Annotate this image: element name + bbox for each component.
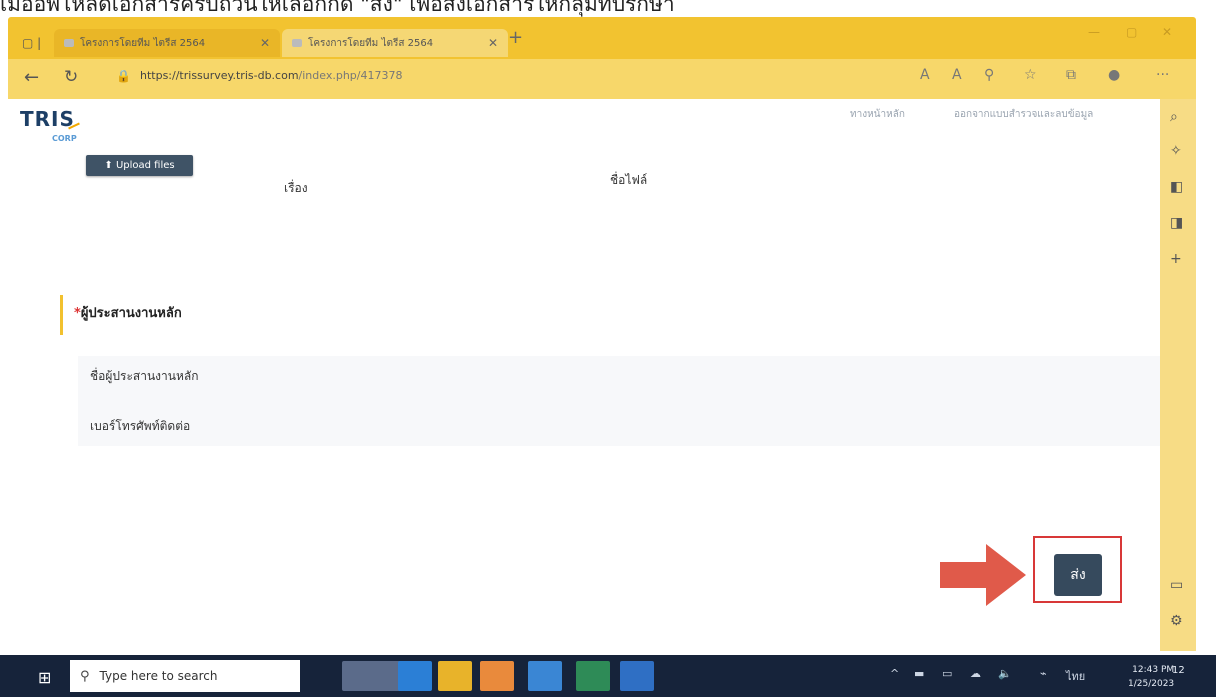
tab-1-title: โครงการโดยทีม ไตรีส 2564: [80, 37, 206, 49]
tab-actions-icon[interactable]: ▢ |: [22, 36, 41, 50]
file-explorer-icon[interactable]: [438, 661, 472, 691]
search-placeholder: Type here to search: [99, 669, 218, 683]
url-field[interactable]: https://trissurvey.tris-db.com/index.php…: [140, 69, 402, 82]
tray-app-icon[interactable]: ▬: [914, 667, 924, 680]
profile-icon[interactable]: ●: [1108, 67, 1120, 83]
column-header-filename: ชื่อไฟล์: [610, 173, 648, 187]
tab-2[interactable]: โครงการโดยทีม ไตรีส 2564 ✕: [282, 29, 508, 57]
onedrive-icon[interactable]: ☁: [970, 667, 981, 680]
immersive-reader-icon[interactable]: A: [952, 67, 962, 83]
word-app-icon[interactable]: [620, 661, 654, 691]
windows-taskbar: ⊞ ⚲ Type here to search ^ ▬ ▭ ☁ 🔈 ⌁ ไทย …: [0, 655, 1216, 697]
lock-icon[interactable]: 🔒: [116, 69, 131, 83]
windows-start-icon[interactable]: ⊞: [38, 668, 51, 687]
required-mark: *: [74, 306, 81, 321]
close-icon[interactable]: ✕: [488, 36, 498, 50]
search-icon: ⚲: [80, 668, 90, 684]
link-back-home[interactable]: ทางหน้าหลัก: [850, 107, 905, 122]
outlook-icon[interactable]: ◨: [1170, 215, 1183, 231]
system-clock[interactable]: 12:43 PM 1/25/2023: [1128, 663, 1174, 691]
section-title: *ผู้ประสานงานหลัก: [74, 302, 182, 323]
browser-window: ▢ | โครงการโดยทีม ไตรีส 2564 ✕ โครงการโด…: [8, 17, 1196, 651]
submit-button[interactable]: ส่ง: [1054, 554, 1102, 596]
reload-icon[interactable]: ↻: [64, 67, 78, 87]
close-window-icon[interactable]: ✕: [1162, 25, 1172, 39]
clock-date: 1/25/2023: [1128, 679, 1175, 689]
search-icon[interactable]: ⌕: [1170, 109, 1178, 125]
gear-icon[interactable]: ⚙: [1170, 613, 1183, 629]
back-arrow-icon[interactable]: ←: [24, 67, 39, 88]
address-bar: ← ↻ 🔒 https://trissurvey.tris-db.com/ind…: [8, 59, 1196, 99]
line-app-icon[interactable]: [480, 661, 514, 691]
read-aloud-icon[interactable]: A: [920, 67, 930, 83]
volume-icon[interactable]: 🔈: [998, 667, 1012, 680]
edge-app-icon[interactable]: [398, 661, 432, 691]
maximize-icon[interactable]: ▢: [1126, 25, 1137, 39]
close-icon[interactable]: ✕: [260, 36, 270, 50]
notification-count: 12: [1172, 665, 1185, 676]
tray-chevron-icon[interactable]: ^: [890, 667, 899, 680]
section-indicator: [60, 295, 63, 335]
page-content: TRIS CORP ทางหน้าหลัก ออกจากแบบสำรวจและล…: [8, 99, 1160, 651]
section-background: [78, 356, 1160, 446]
tab-favicon-icon: [64, 39, 74, 47]
tab-1[interactable]: โครงการโดยทีม ไตรีส 2564 ✕: [54, 29, 280, 57]
network-icon[interactable]: ▭: [942, 667, 952, 680]
notification-center-icon[interactable]: 12: [1172, 665, 1194, 687]
more-menu-icon[interactable]: ···: [1156, 67, 1169, 83]
wifi-icon[interactable]: ⌁: [1040, 667, 1047, 680]
new-tab-icon[interactable]: +: [508, 27, 523, 48]
section-title-text: ผู้ประสานงานหลัก: [80, 306, 182, 321]
clock-time: 12:43 PM: [1132, 665, 1175, 675]
instruction-caption: เมื่ออัพโหลดเอกสารครบถ้วนให้เลือกกด "ส่ง…: [0, 0, 675, 16]
tab-2-title: โครงการโดยทีม ไตรีส 2564: [308, 37, 434, 49]
taskbar-search-input[interactable]: ⚲ Type here to search: [70, 660, 300, 692]
tab-bar: ▢ | โครงการโดยทีม ไตรีส 2564 ✕ โครงการโด…: [8, 17, 1196, 59]
sidebar-layout-icon[interactable]: ▭: [1170, 577, 1183, 593]
upload-icon: ⬆: [104, 160, 116, 171]
collections-icon[interactable]: ⧉: [1066, 67, 1076, 83]
url-host: https://trissurvey.tris-db.com: [140, 69, 299, 82]
discover-icon[interactable]: ✧: [1170, 143, 1182, 159]
input-language[interactable]: ไทย: [1066, 667, 1085, 685]
minimize-icon[interactable]: —: [1088, 25, 1100, 39]
pointer-arrow-icon: [940, 544, 1026, 606]
edge-sidebar: ⌕ ✧ ◧ ◨ + ▭ ⚙: [1160, 99, 1196, 651]
excel-app-icon[interactable]: [576, 661, 610, 691]
office-icon[interactable]: ◧: [1170, 179, 1183, 195]
add-sidebar-icon[interactable]: +: [1170, 251, 1182, 267]
extension-icon[interactable]: ⚲: [984, 67, 994, 83]
mail-app-icon[interactable]: [528, 661, 562, 691]
favorites-icon[interactable]: ☆: [1024, 67, 1037, 83]
tris-logo: TRIS: [20, 107, 75, 131]
tris-logo-sub: CORP: [52, 134, 77, 143]
tab-favicon-icon: [292, 39, 302, 47]
field-label-coordinator-name: ชื่อผู้ประสานงานหลัก: [90, 369, 199, 383]
column-header-title: เรื่อง: [284, 181, 308, 195]
url-path: /index.php/417378: [298, 69, 403, 82]
upload-files-button[interactable]: ⬆ Upload files: [86, 155, 193, 176]
field-label-phone: เบอร์โทรศัพท์ติดต่อ: [90, 419, 191, 433]
link-exit-survey[interactable]: ออกจากแบบสำรวจและลบข้อมูล: [954, 107, 1093, 122]
upload-files-label: Upload files: [115, 160, 175, 171]
